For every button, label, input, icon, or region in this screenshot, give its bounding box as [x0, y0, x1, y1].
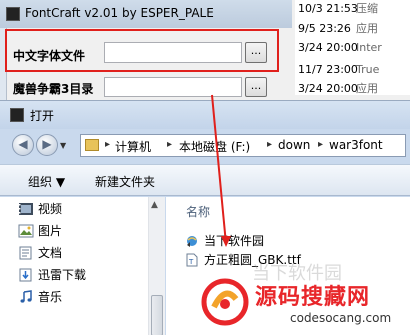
- watermark-logo-icon: [201, 278, 249, 326]
- watermark-brand-cn: 源码搜藏网: [255, 285, 371, 310]
- watermark-brand-en: codesocang.com: [290, 311, 392, 325]
- watermark: 当下软件园 源码搜藏网 codesocang.com: [200, 263, 410, 335]
